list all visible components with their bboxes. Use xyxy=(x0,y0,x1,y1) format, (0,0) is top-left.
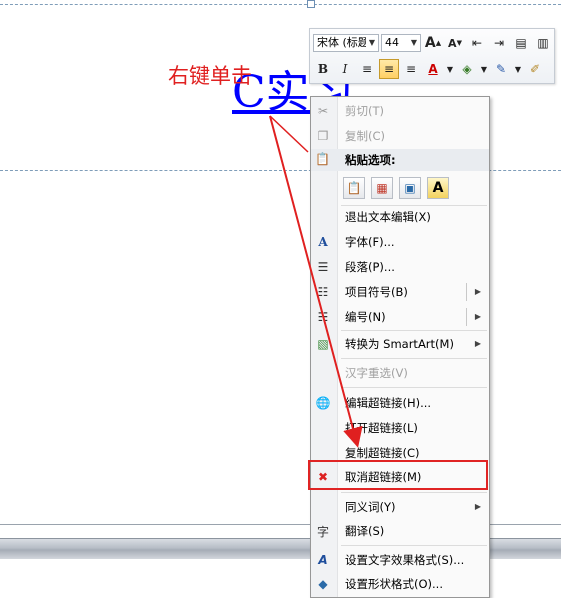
annotation-arrow xyxy=(269,115,363,448)
